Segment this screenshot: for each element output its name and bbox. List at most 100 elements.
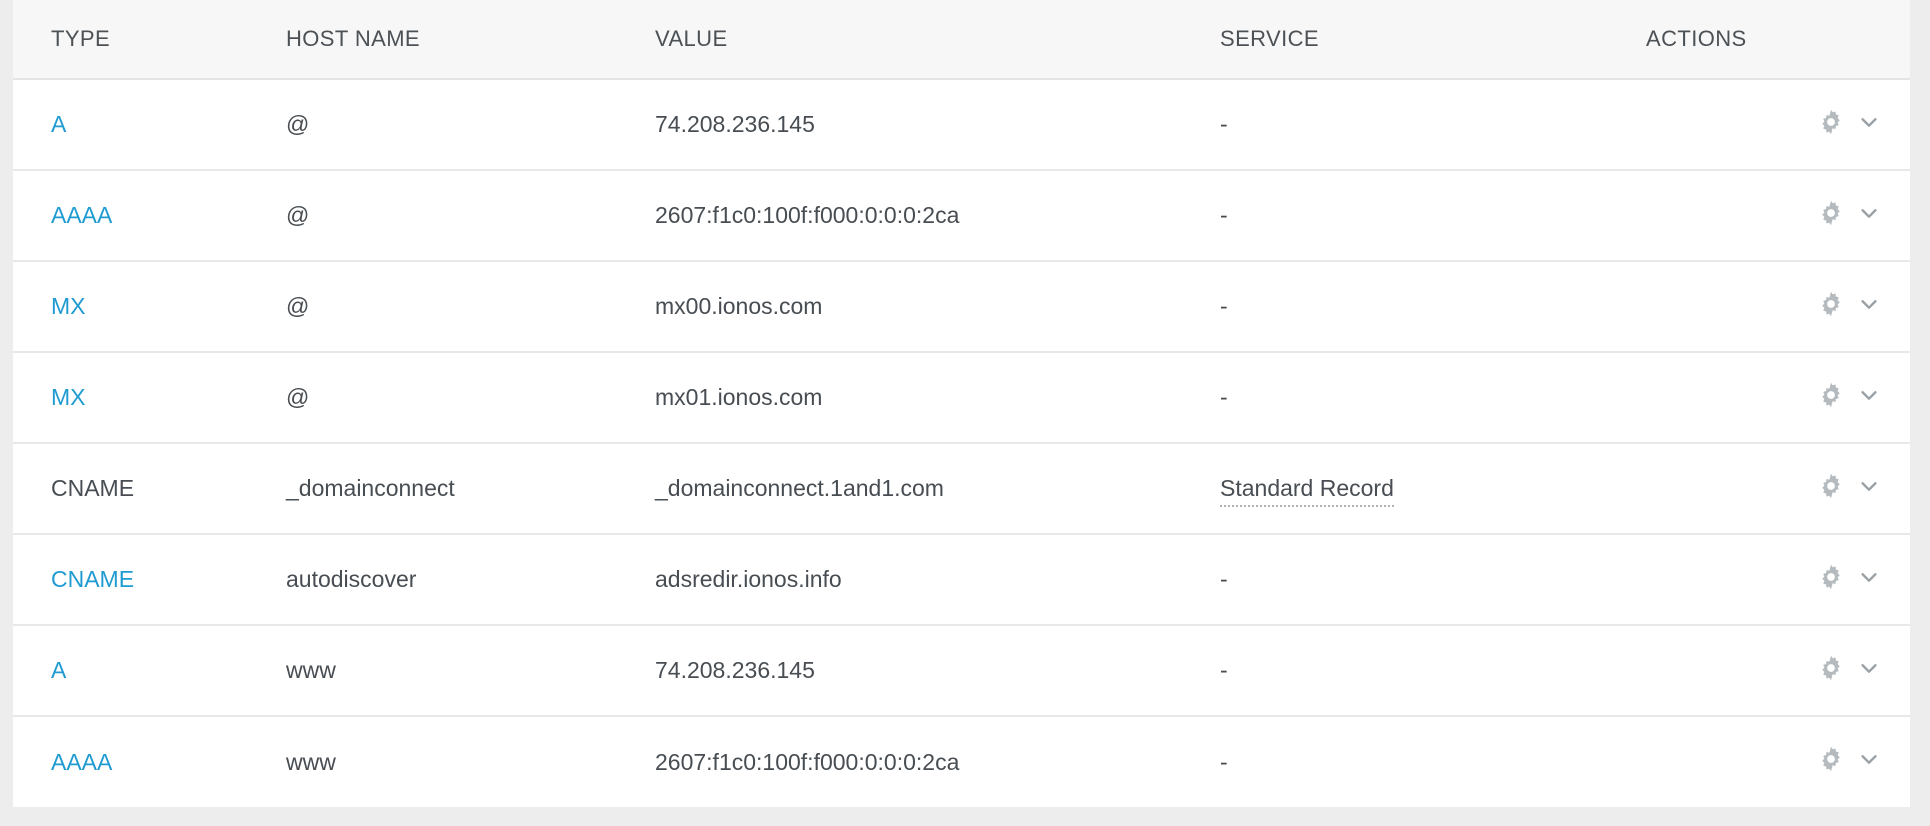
record-type-link[interactable]: MX <box>51 384 86 410</box>
row-actions-menu-button[interactable] <box>1816 744 1880 774</box>
cell-value: 74.208.236.145 <box>651 79 1216 170</box>
record-value: adsredir.ionos.info <box>655 566 842 592</box>
cell-actions <box>1646 443 1910 534</box>
cell-type: AAAA <box>13 716 281 807</box>
column-header-type: TYPE <box>13 0 281 79</box>
gear-icon[interactable] <box>1816 562 1846 592</box>
record-type-link[interactable]: AAAA <box>51 202 112 228</box>
cell-type: MX <box>13 352 281 443</box>
cell-actions <box>1646 625 1910 716</box>
record-type-link[interactable]: CNAME <box>51 566 134 592</box>
cell-type: CNAME <box>13 534 281 625</box>
row-actions-menu-button[interactable] <box>1816 198 1880 228</box>
cell-value: 2607:f1c0:100f:f000:0:0:0:2ca <box>651 716 1216 807</box>
cell-service: Standard Record <box>1216 443 1646 534</box>
dns-records-table: TYPE HOST NAME VALUE SERVICE ACTIONS A @7… <box>13 0 1910 807</box>
cell-service: - <box>1216 79 1646 170</box>
chevron-down-icon[interactable] <box>1858 475 1880 497</box>
table-row: CNAME autodiscover adsredir.ionos.info - <box>13 534 1910 625</box>
row-actions-menu-button[interactable] <box>1816 107 1880 137</box>
cell-actions <box>1646 352 1910 443</box>
cell-value: mx01.ionos.com <box>651 352 1216 443</box>
service-empty-dash: - <box>1220 111 1228 137</box>
cell-service: - <box>1216 534 1646 625</box>
chevron-down-icon[interactable] <box>1858 657 1880 679</box>
row-actions-menu-button[interactable] <box>1816 289 1880 319</box>
record-host-name: _domainconnect <box>286 475 455 501</box>
record-value: mx00.ionos.com <box>655 293 822 319</box>
cell-value: _domainconnect.1and1.com <box>651 443 1216 534</box>
cell-value: 74.208.236.145 <box>651 625 1216 716</box>
chevron-down-icon[interactable] <box>1858 202 1880 224</box>
record-type-text: CNAME <box>51 475 134 501</box>
table-header: TYPE HOST NAME VALUE SERVICE ACTIONS <box>13 0 1910 79</box>
table-row: AAAA www 2607:f1c0:100f:f000:0:0:0:2ca - <box>13 716 1910 807</box>
cell-host-name: @ <box>281 79 651 170</box>
column-header-service: SERVICE <box>1216 0 1646 79</box>
gear-icon[interactable] <box>1816 653 1846 683</box>
service-empty-dash: - <box>1220 566 1228 592</box>
record-value: 2607:f1c0:100f:f000:0:0:0:2ca <box>655 749 959 775</box>
cell-value: 2607:f1c0:100f:f000:0:0:0:2ca <box>651 170 1216 261</box>
table-row: CNAME _domainconnect _domainconnect.1and1.… <box>13 443 1910 534</box>
column-header-actions: ACTIONS <box>1646 0 1910 79</box>
chevron-down-icon[interactable] <box>1858 293 1880 315</box>
service-empty-dash: - <box>1220 293 1228 319</box>
gear-icon[interactable] <box>1816 471 1846 501</box>
record-type-link[interactable]: A <box>51 657 66 683</box>
record-host-name: www <box>286 657 336 683</box>
row-actions-menu-button[interactable] <box>1816 653 1880 683</box>
row-actions-menu-button[interactable] <box>1816 380 1880 410</box>
gear-icon[interactable] <box>1816 380 1846 410</box>
column-header-value: VALUE <box>651 0 1216 79</box>
row-actions-menu-button[interactable] <box>1816 471 1880 501</box>
cell-type: MX <box>13 261 281 352</box>
record-value: _domainconnect.1and1.com <box>655 475 944 501</box>
service-empty-dash: - <box>1220 749 1228 775</box>
dns-records-page: TYPE HOST NAME VALUE SERVICE ACTIONS A @7… <box>0 0 1930 826</box>
table-body: A@74.208.236.145-AAAA@2607:f1c0:100f:f00… <box>13 79 1910 807</box>
record-type-link[interactable]: MX <box>51 293 86 319</box>
cell-type: CNAME <box>13 443 281 534</box>
cell-actions <box>1646 261 1910 352</box>
record-host-name: @ <box>286 202 309 228</box>
record-type-link[interactable]: A <box>51 111 66 137</box>
table-row: Awww 74.208.236.145- <box>13 625 1910 716</box>
cell-actions <box>1646 534 1910 625</box>
chevron-down-icon[interactable] <box>1858 111 1880 133</box>
cell-value: adsredir.ionos.info <box>651 534 1216 625</box>
gear-icon[interactable] <box>1816 198 1846 228</box>
gear-icon[interactable] <box>1816 744 1846 774</box>
cell-service: - <box>1216 261 1646 352</box>
cell-value: mx00.ionos.com <box>651 261 1216 352</box>
row-actions-menu-button[interactable] <box>1816 562 1880 592</box>
record-host-name: autodiscover <box>286 566 416 592</box>
cell-service: - <box>1216 716 1646 807</box>
record-host-name: www <box>286 749 336 775</box>
record-value: mx01.ionos.com <box>655 384 822 410</box>
cell-host-name: @ <box>281 170 651 261</box>
cell-host-name: www <box>281 716 651 807</box>
table-row: MX@mx00.ionos.com- <box>13 261 1910 352</box>
table-row: AAAA @2607:f1c0:100f:f000:0:0:0:2ca - <box>13 170 1910 261</box>
cell-actions <box>1646 79 1910 170</box>
cell-host-name: @ <box>281 352 651 443</box>
column-header-host-name: HOST NAME <box>281 0 651 79</box>
chevron-down-icon[interactable] <box>1858 384 1880 406</box>
record-value: 74.208.236.145 <box>655 111 815 137</box>
record-value: 2607:f1c0:100f:f000:0:0:0:2ca <box>655 202 959 228</box>
chevron-down-icon[interactable] <box>1858 748 1880 770</box>
service-empty-dash: - <box>1220 202 1228 228</box>
gear-icon[interactable] <box>1816 107 1846 137</box>
cell-type: AAAA <box>13 170 281 261</box>
cell-host-name: www <box>281 625 651 716</box>
gear-icon[interactable] <box>1816 289 1846 319</box>
cell-actions <box>1646 170 1910 261</box>
cell-service: - <box>1216 170 1646 261</box>
cell-type: A <box>13 625 281 716</box>
record-type-link[interactable]: AAAA <box>51 749 112 775</box>
service-empty-dash: - <box>1220 657 1228 683</box>
chevron-down-icon[interactable] <box>1858 566 1880 588</box>
table-header-row: TYPE HOST NAME VALUE SERVICE ACTIONS <box>13 0 1910 79</box>
service-tooltip-label[interactable]: Standard Record <box>1220 475 1394 507</box>
